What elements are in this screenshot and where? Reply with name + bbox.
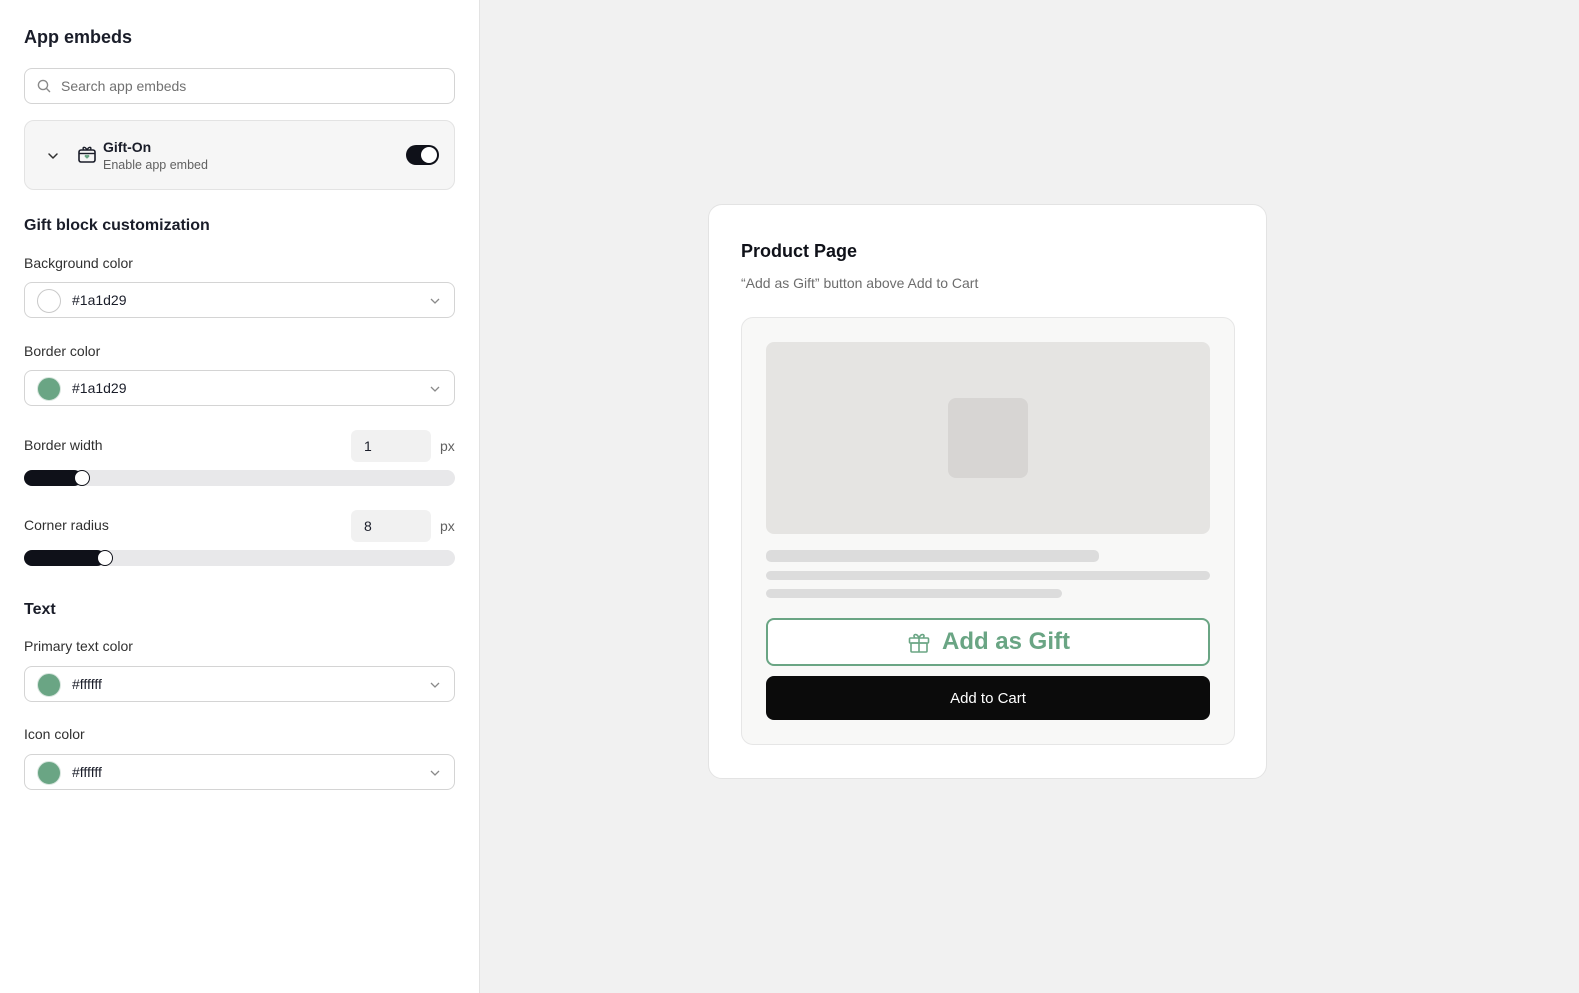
preview-subtitle: “Add as Gift” button above Add to Cart <box>741 275 979 291</box>
add-as-gift-label: Add as Gift <box>941 628 1070 655</box>
product-page-preview: Product Page “Add as Gift” button above … <box>708 204 1267 779</box>
title-placeholder-line <box>766 550 1099 562</box>
primary-text-color-swatch[interactable] <box>37 673 61 697</box>
settings-sidebar: App embeds Gift-On Enable app embed Gift… <box>0 0 480 993</box>
primary-text-color-label: Primary text color <box>24 638 133 654</box>
enable-embed-toggle[interactable] <box>406 145 439 165</box>
border-width-input[interactable]: 1 <box>351 430 431 462</box>
corner-radius-label: Corner radius <box>24 517 109 533</box>
background-color-select[interactable]: #1a1d29 <box>24 282 455 318</box>
chevron-down-icon <box>428 678 442 692</box>
chevron-down-icon <box>428 382 442 396</box>
chevron-down-icon <box>428 766 442 780</box>
add-to-cart-button[interactable]: Add to Cart <box>766 676 1210 720</box>
border-width-unit: px <box>440 438 455 454</box>
search-icon <box>37 78 53 94</box>
border-width-label: Border width <box>24 437 103 453</box>
primary-text-color-value: #ffffff <box>72 676 102 692</box>
border-width-slider[interactable] <box>24 470 455 486</box>
background-color-label: Background color <box>24 255 133 271</box>
search-box[interactable] <box>24 68 455 104</box>
slider-thumb[interactable] <box>73 470 90 486</box>
text-placeholder-line <box>766 571 1210 580</box>
text-section-title: Text <box>24 601 56 618</box>
slider-fill <box>24 470 82 486</box>
gift-block-section-title: Gift block customization <box>24 217 210 234</box>
corner-radius-unit: px <box>440 518 455 534</box>
search-input[interactable] <box>61 78 421 94</box>
corner-radius-input[interactable]: 8 <box>351 510 431 542</box>
toggle-knob <box>421 147 437 163</box>
image-icon <box>948 398 1028 478</box>
text-placeholder-line <box>766 589 1062 598</box>
sidebar-title: App embeds <box>24 27 133 47</box>
gift-icon <box>906 629 932 655</box>
embed-name: Gift-On <box>103 139 152 155</box>
product-mock: Add as Gift Add to Cart <box>741 317 1235 745</box>
app-embed-card[interactable]: Gift-On Enable app embed <box>24 120 455 190</box>
chevron-down-icon[interactable] <box>45 148 61 164</box>
icon-color-swatch[interactable] <box>37 761 61 785</box>
product-image-placeholder <box>766 342 1210 534</box>
border-color-label: Border color <box>24 343 101 359</box>
background-color-value: #1a1d29 <box>72 292 127 308</box>
border-color-value: #1a1d29 <box>72 380 127 396</box>
primary-text-color-select[interactable]: #ffffff <box>24 666 455 702</box>
border-color-swatch[interactable] <box>37 377 61 401</box>
gift-icon <box>76 143 98 165</box>
icon-color-value: #ffffff <box>72 764 102 780</box>
border-color-select[interactable]: #1a1d29 <box>24 370 455 406</box>
embed-subtitle: Enable app embed <box>103 158 208 172</box>
icon-color-select[interactable]: #ffffff <box>24 754 455 790</box>
slider-fill <box>24 550 106 566</box>
background-color-swatch[interactable] <box>37 289 61 313</box>
icon-color-label: Icon color <box>24 726 85 742</box>
corner-radius-slider[interactable] <box>24 550 455 566</box>
preview-title: Product Page <box>741 241 858 261</box>
add-as-gift-button[interactable]: Add as Gift <box>766 618 1210 666</box>
chevron-down-icon <box>428 294 442 308</box>
